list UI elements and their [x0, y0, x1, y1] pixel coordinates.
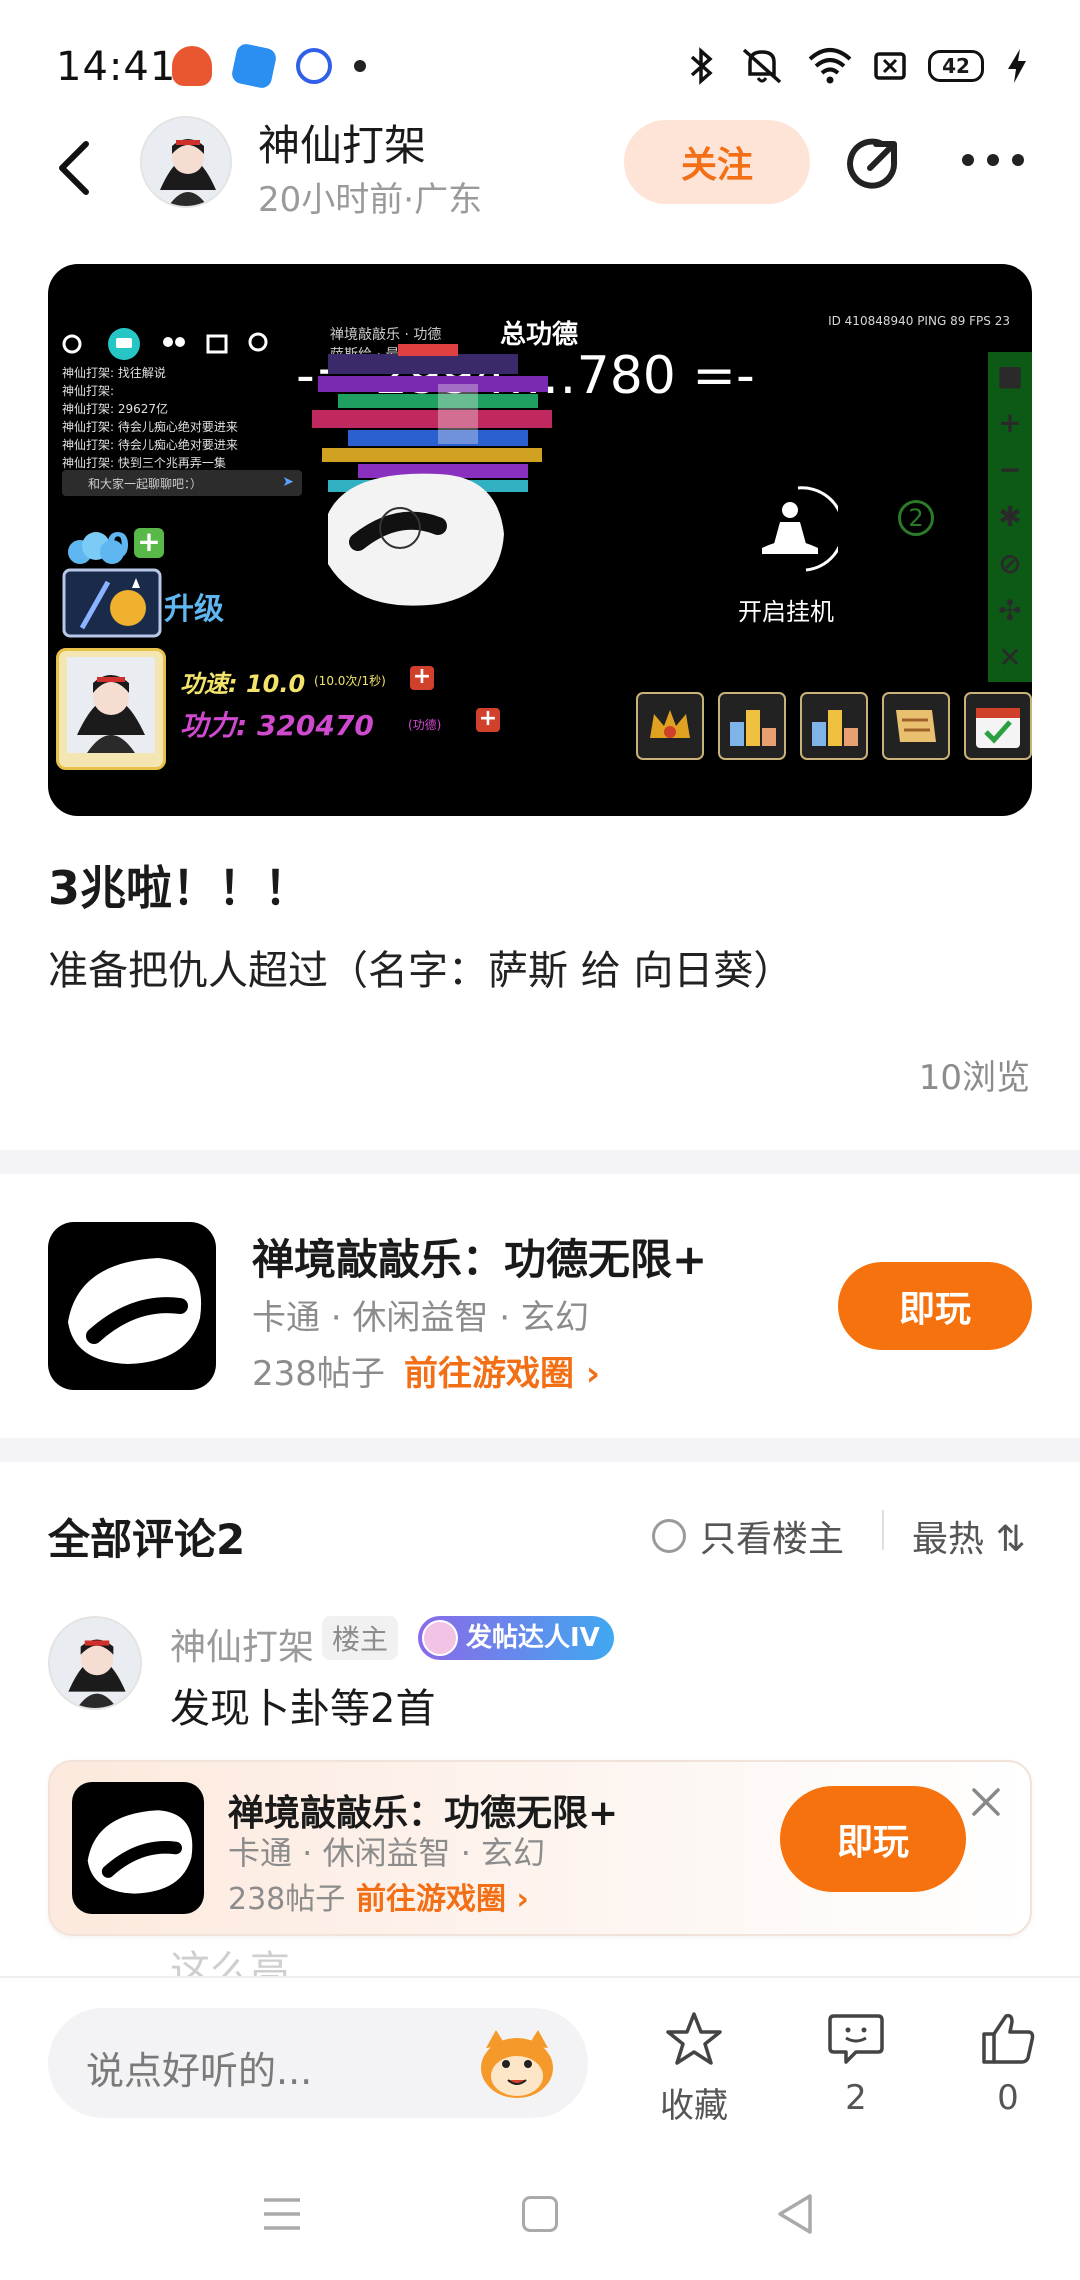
power-unit: (功德)	[408, 718, 442, 732]
separator	[882, 1510, 884, 1550]
game-chat-input: 和大家一起聊聊吧：） ➤	[62, 470, 302, 496]
glitch-mosaic	[312, 344, 552, 606]
thumbs-up-icon[interactable]	[978, 2010, 1038, 2068]
back-arrow-icon[interactable]	[50, 138, 98, 198]
speed-label: 功速: 10.0	[180, 670, 306, 698]
wifi-icon	[808, 48, 852, 84]
post-title: 3兆啦！！！	[48, 861, 311, 915]
op-badge: 楼主	[322, 1616, 399, 1660]
chat-line: 神仙打架: 待会儿痴心绝对要进来	[62, 438, 238, 452]
player-portrait[interactable]	[56, 648, 166, 770]
post-time-location: 20小时前·广东	[258, 180, 483, 220]
chat-line: 神仙打架: 待会儿痴心绝对要进来	[62, 420, 238, 434]
badge-avatar-icon	[422, 1620, 458, 1656]
follow-button[interactable]: 关注	[624, 120, 810, 204]
comment-count[interactable]: 2	[796, 2078, 916, 2118]
status-right-icons: 42	[686, 46, 1028, 86]
status-time: 14:41	[56, 44, 177, 90]
section-divider	[0, 1438, 1080, 1462]
comments-title: 全部评论2	[48, 1515, 246, 1564]
close-icon[interactable]	[968, 1784, 1004, 1820]
game-action-buttons	[636, 692, 1032, 760]
power-label: 功力: 320470	[180, 709, 374, 742]
game-app-icon	[172, 46, 212, 86]
scroll-icon[interactable]	[882, 692, 950, 760]
home-nav-icon[interactable]	[522, 2196, 558, 2232]
game-title[interactable]: 禅境敲敲乐：功德无限+	[252, 1226, 707, 1287]
add-cloud-icon[interactable]: +	[134, 528, 164, 558]
level-badge: 发帖达人IV	[418, 1616, 614, 1660]
banner-play-button[interactable]: 即玩	[780, 1786, 966, 1892]
author-name[interactable]: 神仙打架	[258, 112, 426, 173]
upgrade-label[interactable]: 升级	[164, 584, 224, 628]
banner-post-count: 238帖子	[228, 1882, 346, 1917]
commenter-avatar[interactable]	[48, 1616, 142, 1710]
side-badge: 2	[898, 500, 934, 536]
menu-nav-icon[interactable]	[262, 2196, 302, 2232]
server-info: ID 410848940 PING 89 FPS 23	[828, 314, 1010, 328]
ranking-icon[interactable]	[718, 692, 786, 760]
level-badge-label: 发帖达人IV	[466, 1623, 600, 1653]
sim-icon	[874, 52, 906, 80]
post-image[interactable]: 禅境敲敲乐 · 功德萨斯给 · 最强佛法 ID 410848940 PING 8…	[48, 264, 1032, 816]
crown-icon[interactable]	[636, 692, 704, 760]
emoji-mascot-icon[interactable]	[476, 2026, 558, 2102]
sort-toggle[interactable]: 最热 ⇅	[912, 1510, 1026, 1562]
chat-line: 神仙打架: 找往解说	[62, 366, 166, 380]
comment-text: 发现卜卦等2首	[170, 1686, 436, 1732]
back-nav-icon[interactable]	[776, 2192, 814, 2236]
mute-icon	[742, 48, 782, 84]
section-divider	[0, 1150, 1080, 1174]
more-notifications-dot	[354, 60, 366, 72]
only-op-toggle[interactable]: 只看楼主	[652, 1510, 844, 1562]
game-toolbar-icons	[62, 328, 268, 360]
app-shortcut-icon	[230, 42, 278, 90]
banner-game-icon[interactable]	[72, 1782, 204, 1914]
add-power-icon[interactable]: +	[476, 708, 500, 732]
game-chat-log: 神仙打架: 找往解说 神仙打架: 神仙打架: 29627亿 神仙打架: 待会儿痴…	[62, 364, 292, 472]
more-options-icon[interactable]	[958, 148, 1028, 172]
game-circle-link[interactable]: 前往游戏圈 ›	[404, 1346, 600, 1395]
like-count[interactable]: 0	[948, 2078, 1068, 2118]
add-speed-icon[interactable]: +	[410, 666, 434, 690]
chat-line: 神仙打架: 29627亿	[62, 402, 169, 416]
view-count: 10浏览	[918, 1058, 1030, 1098]
author-avatar[interactable]	[140, 116, 232, 208]
game-post-count: 238帖子	[252, 1354, 385, 1394]
idle-label[interactable]: 开启挂机	[738, 592, 834, 627]
banner-game-tags: 卡通 · 休闲益智 · 玄幻	[228, 1834, 546, 1872]
only-op-label[interactable]: 只看楼主	[700, 1510, 844, 1562]
status-app-icons	[172, 42, 366, 90]
like-action[interactable]: 0	[948, 2010, 1068, 2118]
charging-icon	[1008, 49, 1026, 83]
baidu-icon	[296, 48, 332, 84]
leaderboard-icon[interactable]	[800, 692, 868, 760]
comment-input-placeholder[interactable]: 说点好听的...	[86, 2040, 312, 2095]
radio-icon[interactable]	[652, 1519, 686, 1553]
commenter-name[interactable]: 神仙打架	[170, 1618, 314, 1670]
comment-bubble-icon[interactable]	[826, 2010, 886, 2068]
comment-action[interactable]: 2	[796, 2010, 916, 2118]
cloud-count: 0	[106, 526, 130, 566]
game-side-panel: ■ + − ✱ ⊘ ✣ ✕	[988, 352, 1032, 682]
upgrade-icon[interactable]	[62, 568, 162, 638]
favorite-action[interactable]: 收藏	[634, 2010, 754, 2127]
game-tags: 卡通 · 休闲益智 · 玄幻	[252, 1298, 589, 1338]
star-icon[interactable]	[664, 2010, 724, 2068]
share-icon[interactable]	[842, 132, 906, 196]
bluetooth-icon	[690, 47, 713, 85]
banner-circle-link[interactable]: 前往游戏圈 ›	[356, 1874, 529, 1918]
chat-line: 神仙打架:	[62, 384, 115, 398]
play-button[interactable]: 即玩	[838, 1262, 1032, 1350]
favorite-label[interactable]: 收藏	[634, 2078, 754, 2127]
checkin-calendar-icon[interactable]	[964, 692, 1032, 760]
speed-unit: (10.0次/1秒)	[314, 674, 386, 688]
game-app-icon[interactable]	[48, 1222, 216, 1390]
battery-icon: 42	[928, 50, 984, 82]
post-body: 准备把仇人超过（名字：萨斯 给 向日葵）	[48, 948, 794, 994]
meditation-icon[interactable]	[748, 484, 838, 574]
